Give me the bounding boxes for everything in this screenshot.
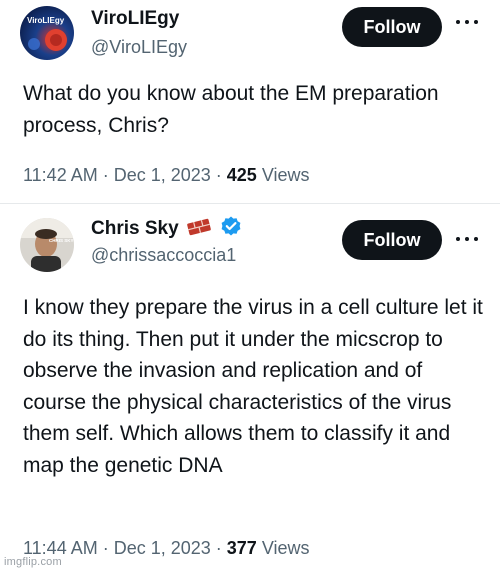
views-count: 425 bbox=[226, 165, 257, 185]
avatar-image: ViroLIEgy bbox=[20, 6, 74, 60]
tweet-meta: 11:44 AM · Dec 1, 2023 · 377 Views bbox=[23, 538, 310, 559]
timestamp[interactable]: 11:44 AM · Dec 1, 2023 · bbox=[23, 538, 227, 558]
more-options-icon[interactable] bbox=[456, 229, 478, 249]
divider bbox=[0, 203, 500, 204]
avatar-text: CHRIS SKY bbox=[49, 238, 74, 243]
avatar[interactable]: ViroLIEgy bbox=[20, 6, 74, 60]
user-handle[interactable]: @chrissaccoccia1 bbox=[91, 245, 236, 266]
tweet-text: What do you know about the EM preparatio… bbox=[23, 82, 439, 137]
avatar-image: CHRIS SKY bbox=[20, 218, 74, 272]
brick-icon bbox=[186, 218, 212, 242]
tweet-card-1: ViroLIEgy ViroLIEgy @ViroLIEgy Follow Wh… bbox=[0, 0, 500, 200]
user-handle[interactable]: @ViroLIEgy bbox=[91, 37, 187, 58]
views-label: Views bbox=[256, 538, 310, 558]
timestamp[interactable]: 11:42 AM · Dec 1, 2023 · bbox=[23, 165, 227, 185]
display-name[interactable]: Chris Sky bbox=[91, 215, 242, 243]
tweet-meta: 11:42 AM · Dec 1, 2023 · 425 Views bbox=[23, 165, 310, 186]
follow-button[interactable]: Follow bbox=[342, 7, 442, 47]
display-name[interactable]: ViroLIEgy bbox=[91, 8, 179, 30]
views-label: Views bbox=[256, 165, 310, 185]
watermark: imgflip.com bbox=[4, 556, 62, 568]
follow-button[interactable]: Follow bbox=[342, 220, 442, 260]
avatar-text: ViroLIEgy bbox=[27, 16, 65, 25]
avatar[interactable]: CHRIS SKY bbox=[20, 218, 74, 272]
verified-badge-icon[interactable] bbox=[220, 215, 242, 243]
tweet-card-2: CHRIS SKY Chris Sky @chrissaccoccia1 Fol… bbox=[0, 207, 500, 573]
more-options-icon[interactable] bbox=[456, 12, 478, 32]
views-count: 377 bbox=[226, 538, 257, 558]
tweet-text: I know they prepare the virus in a cell … bbox=[23, 296, 483, 477]
display-name-text: Chris Sky bbox=[91, 218, 179, 239]
